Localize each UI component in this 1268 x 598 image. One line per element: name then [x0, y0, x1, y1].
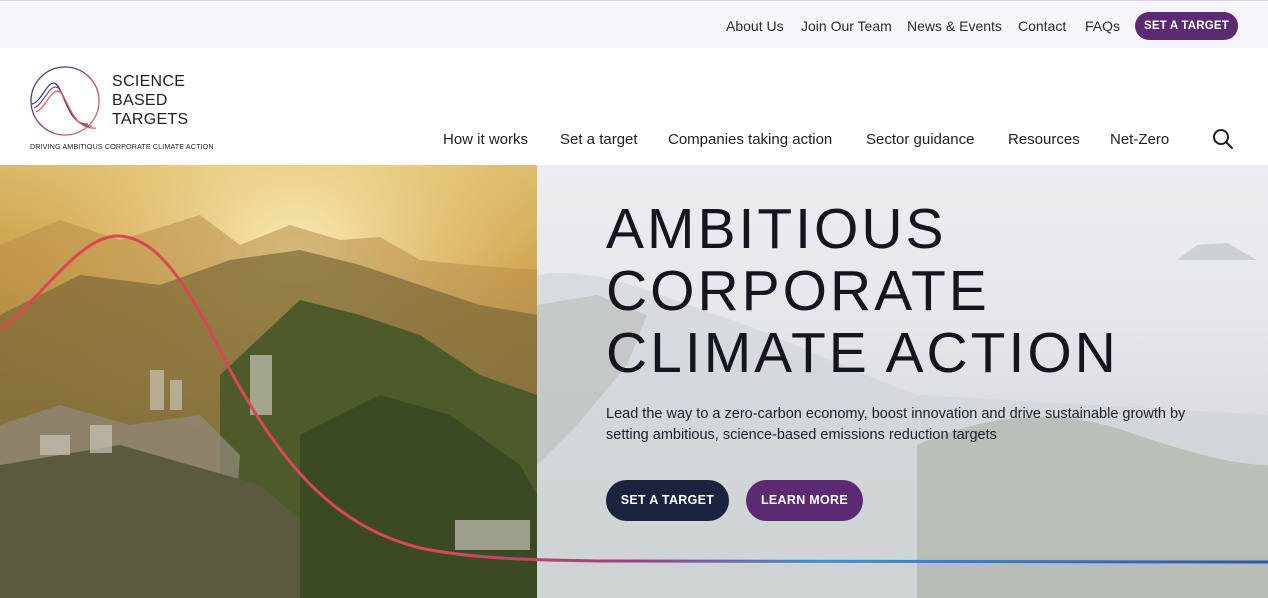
hero-learn-more-button[interactable]: LEARN MORE: [746, 480, 863, 521]
hero-title-line-1: AMBITIOUS: [606, 197, 947, 261]
hero-title-line-3: CLIMATE ACTION: [606, 321, 1119, 385]
utility-bar: About Us Join Our Team News & Events Con…: [0, 0, 1268, 48]
utility-link-contact[interactable]: Contact: [1018, 18, 1066, 34]
nav-sector-guidance[interactable]: Sector guidance: [866, 131, 974, 148]
logo-tagline: DRIVING AMBITIOUS CORPORATE CLIMATE ACTI…: [30, 142, 214, 151]
utility-link-about-us[interactable]: About Us: [726, 18, 784, 34]
nav-resources[interactable]: Resources: [1008, 131, 1080, 148]
hero-photo-mountains: [0, 165, 537, 598]
logo-word-based: BASED: [112, 92, 168, 109]
hero-mountain-scene: [0, 165, 537, 598]
set-a-target-header-button[interactable]: SET A TARGET: [1135, 12, 1238, 40]
nav-set-a-target[interactable]: Set a target: [560, 131, 638, 148]
utility-link-join-our-team[interactable]: Join Our Team: [801, 18, 892, 34]
search-icon: [1213, 129, 1233, 149]
search-button[interactable]: [1211, 127, 1235, 151]
hero-subtitle: Lead the way to a zero-carbon economy, b…: [606, 406, 1186, 443]
nav-companies-taking-action[interactable]: Companies taking action: [668, 131, 832, 148]
hero-title-line-2: CORPORATE: [606, 259, 990, 323]
logo-mark-icon: [30, 66, 100, 136]
hero-title: AMBITIOUS CORPORATE CLIMATE ACTION: [606, 198, 1119, 384]
hero-set-a-target-button[interactable]: SET A TARGET: [606, 480, 729, 521]
utility-link-faqs[interactable]: FAQs: [1085, 18, 1120, 34]
nav-how-it-works[interactable]: How it works: [443, 131, 528, 148]
nav-net-zero[interactable]: Net-Zero: [1110, 131, 1169, 148]
logo-word-targets: TARGETS: [112, 111, 189, 128]
site-logo[interactable]: SCIENCE BASED TARGETS DRIVING AMBITIOUS …: [28, 62, 214, 152]
logo-word-science: SCIENCE: [112, 73, 186, 90]
utility-link-news-events[interactable]: News & Events: [907, 18, 1002, 34]
